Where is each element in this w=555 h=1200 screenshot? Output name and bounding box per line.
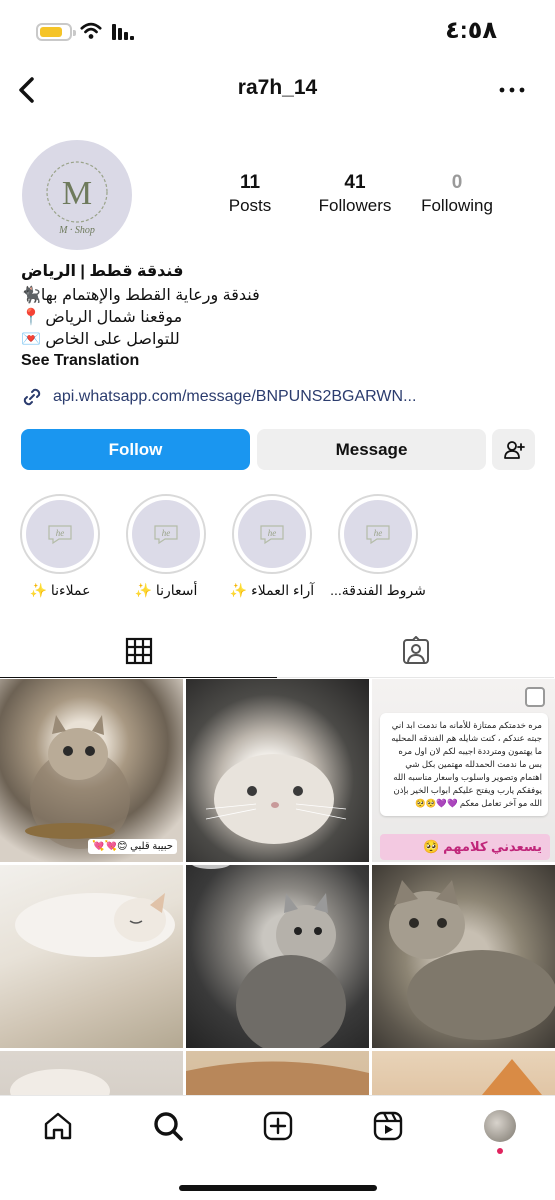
highlight-item[interactable]: he عملاءنا ✨: [18, 494, 102, 598]
post-thumbnail[interactable]: [186, 679, 369, 862]
svg-text:he: he: [268, 528, 277, 538]
link-icon: [23, 388, 41, 406]
cat-photo: [15, 893, 175, 957]
profile-avatar[interactable]: M M · Shop: [22, 140, 132, 250]
cat-photo: [25, 715, 130, 849]
review-strip-text: يسعدني كلامهم 🥺: [380, 834, 550, 860]
post-thumbnail[interactable]: [0, 1051, 183, 1095]
bio-line-3: للتواصل على الخاص 💌: [21, 331, 180, 348]
signal-icon: [112, 24, 138, 40]
followers-stat[interactable]: 41 Followers: [310, 172, 400, 216]
cat-photo: [482, 1059, 542, 1095]
profile-tab-avatar[interactable]: [484, 1110, 516, 1142]
svg-text:he: he: [56, 528, 65, 538]
cat-photo: [192, 865, 346, 1048]
bio-line-2: موقعنا شمال الرياض 📍: [21, 309, 183, 326]
wifi-icon: [80, 22, 102, 39]
tagged-person-icon: [402, 635, 429, 664]
post-thumbnail[interactable]: [372, 865, 555, 1048]
follow-button[interactable]: Follow: [21, 429, 250, 470]
followers-count: 41: [344, 172, 366, 193]
highlight-label: أسعارنا ✨: [134, 582, 198, 598]
m-shop-logo: M M · Shop: [46, 161, 108, 236]
highlight-label: عملاءنا ✨: [29, 582, 91, 598]
bio-line-1: فندقة ورعاية القطط والإهتمام بها🐈‍⬛: [21, 287, 260, 304]
post-caption: حبيبة قلبي 😊💘💘: [88, 839, 177, 854]
profile-username: ra7h_14: [237, 76, 318, 99]
highlight-cover-icon: he: [26, 500, 94, 568]
highlight-cover-icon: he: [344, 500, 412, 568]
clock: ٤:٥٨: [445, 17, 497, 44]
highlight-item[interactable]: he شروط الفندقة...: [330, 494, 426, 598]
cat-photo: [205, 754, 347, 844]
svg-text:M · Shop: M · Shop: [58, 225, 95, 236]
cat-photo: [10, 1069, 110, 1095]
review-text: مره خدمتكم ممتازة للأمانه ما ندمت ابد ان…: [380, 713, 548, 816]
profile-link[interactable]: api.whatsapp.com/message/BNPUNS2BGARWN..…: [21, 386, 416, 408]
cat-photo: [389, 880, 555, 1040]
post-thumbnail[interactable]: [372, 1051, 555, 1095]
post-thumbnail[interactable]: [186, 865, 369, 1048]
create-post-icon[interactable]: [262, 1110, 294, 1142]
svg-text:M: M: [62, 175, 92, 212]
tab-tagged[interactable]: [277, 624, 554, 678]
status-bar: ٤:٥٨: [0, 0, 555, 62]
add-user-icon: [503, 440, 525, 459]
grid-icon: [125, 637, 152, 664]
profile-tabs: [0, 624, 555, 678]
profile-header: ra7h_14: [0, 70, 555, 110]
multi-post-icon: [525, 687, 545, 707]
following-label: Following: [421, 196, 493, 215]
post-thumbnail[interactable]: حبيبة قلبي 😊💘💘: [0, 679, 183, 862]
svg-text:he: he: [162, 528, 171, 538]
posts-label: Posts: [228, 196, 272, 215]
highlight-item[interactable]: he أسعارنا ✨: [124, 494, 208, 598]
see-translation-link[interactable]: See Translation: [21, 352, 139, 370]
battery-icon: [36, 23, 76, 41]
post-thumbnail[interactable]: [186, 1051, 369, 1095]
followers-label: Followers: [318, 196, 392, 215]
reels-icon[interactable]: [372, 1110, 404, 1142]
more-options-icon[interactable]: [497, 78, 527, 102]
home-indicator: [179, 1185, 377, 1191]
highlight-cover-icon: he: [238, 500, 306, 568]
posts-count: 11: [239, 172, 261, 193]
highlight-item[interactable]: he آراء العملاء ✨: [230, 494, 314, 598]
profile-link-text: api.whatsapp.com/message/BNPUNS2BGARWN..…: [53, 388, 417, 405]
search-icon[interactable]: [152, 1110, 184, 1142]
following-stat[interactable]: 0 Following: [414, 172, 500, 216]
home-icon[interactable]: [42, 1110, 74, 1142]
bio-name: فندقة قطط | الرياض: [21, 263, 184, 280]
highlight-label: شروط الفندقة...: [330, 582, 426, 598]
add-user-button[interactable]: [492, 429, 535, 470]
cat-photo: [186, 1061, 369, 1095]
posts-stat[interactable]: 11 Posts: [222, 172, 278, 216]
tab-posts-grid[interactable]: [0, 624, 277, 678]
post-thumbnail[interactable]: مره خدمتكم ممتازة للأمانه ما ندمت ابد ان…: [372, 679, 555, 862]
highlight-label: آراء العملاء ✨: [229, 582, 315, 598]
post-thumbnail[interactable]: [0, 865, 183, 1048]
message-button[interactable]: Message: [257, 429, 486, 470]
notification-dot: [497, 1148, 503, 1154]
svg-text:he: he: [374, 528, 383, 538]
highlight-cover-icon: he: [132, 500, 200, 568]
posts-grid: حبيبة قلبي 😊💘💘 مره خدمتكم ممتازة للأمانه…: [0, 679, 555, 1095]
following-count: 0: [451, 172, 463, 193]
